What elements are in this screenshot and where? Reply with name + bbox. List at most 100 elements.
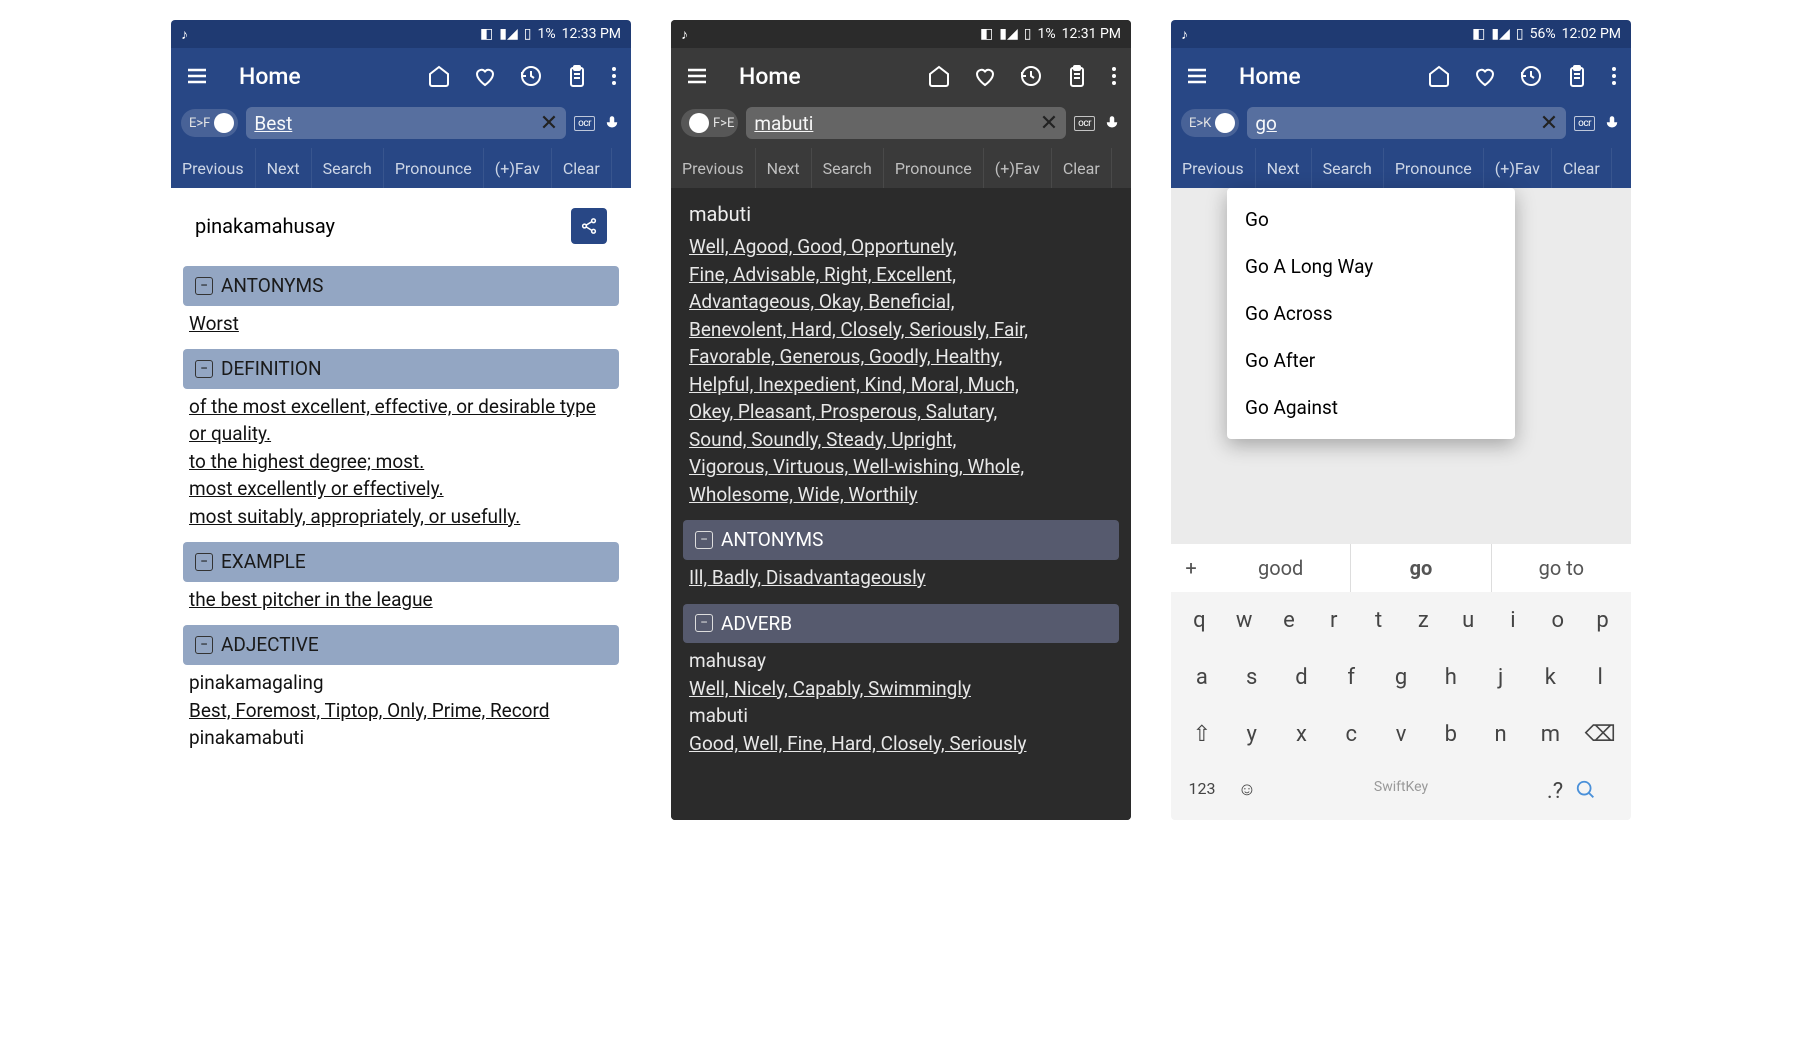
ocr-icon[interactable]: ocr: [1074, 116, 1095, 131]
section-header[interactable]: −ANTONYMS: [183, 266, 619, 306]
tab-search[interactable]: Search: [812, 148, 884, 188]
section-header[interactable]: −DEFINITION: [183, 349, 619, 389]
ocr-icon[interactable]: ocr: [574, 116, 595, 131]
tab-next[interactable]: Next: [256, 148, 312, 188]
kbd-key[interactable]: p: [1580, 598, 1625, 643]
history-icon[interactable]: [1519, 64, 1543, 88]
kbd-key[interactable]: t: [1356, 598, 1401, 643]
section-header[interactable]: −ANTONYMS: [683, 520, 1119, 560]
mic-icon[interactable]: [1103, 111, 1121, 135]
body-line[interactable]: Good, Well, Fine, Hard, Closely, Serious…: [689, 730, 1113, 758]
kbd-key[interactable]: e: [1267, 598, 1312, 643]
kbd-suggest-right[interactable]: go to: [1492, 544, 1631, 592]
home-icon[interactable]: [927, 64, 951, 88]
language-toggle[interactable]: E>K: [1181, 109, 1239, 137]
tab-previous[interactable]: Previous: [171, 148, 256, 188]
kbd-key[interactable]: k: [1525, 655, 1575, 700]
kbd-key[interactable]: z: [1401, 598, 1446, 643]
body-line[interactable]: to the highest degree; most.: [189, 448, 613, 476]
section-header[interactable]: −ADJECTIVE: [183, 625, 619, 665]
kbd-key[interactable]: f: [1326, 655, 1376, 700]
kbd-key[interactable]: b: [1426, 712, 1476, 757]
synonym-line[interactable]: Advantageous, Okay, Beneficial,: [689, 288, 1113, 316]
search-input[interactable]: Best✕: [246, 107, 566, 139]
clear-icon[interactable]: ✕: [1540, 111, 1558, 136]
synonym-line[interactable]: Fine, Advisable, Right, Excellent,: [689, 261, 1113, 289]
kbd-123-key[interactable]: 123: [1177, 769, 1227, 814]
heart-icon[interactable]: [1473, 64, 1497, 88]
suggestion-item[interactable]: Go A Long Way: [1227, 243, 1515, 290]
home-icon[interactable]: [1427, 64, 1451, 88]
body-line[interactable]: Well, Nicely, Capably, Swimmingly: [689, 675, 1113, 703]
heart-icon[interactable]: [473, 64, 497, 88]
ocr-icon[interactable]: ocr: [1574, 116, 1595, 131]
share-button[interactable]: [571, 208, 607, 244]
section-header[interactable]: −ADVERB: [683, 604, 1119, 644]
clear-icon[interactable]: ✕: [1040, 111, 1058, 136]
kbd-key[interactable]: m: [1525, 712, 1575, 757]
menu-icon[interactable]: [685, 64, 709, 88]
mic-icon[interactable]: [1603, 111, 1621, 135]
overflow-icon[interactable]: [611, 64, 617, 88]
synonym-line[interactable]: Sound, Soundly, Steady, Upright,: [689, 426, 1113, 454]
kbd-key[interactable]: ⇧: [1177, 712, 1227, 757]
kbd-search-key[interactable]: [1575, 769, 1625, 814]
kbd-period-key[interactable]: .?: [1535, 769, 1575, 814]
history-icon[interactable]: [519, 64, 543, 88]
overflow-icon[interactable]: [1611, 64, 1617, 88]
body-line[interactable]: most excellently or effectively.: [189, 475, 613, 503]
kbd-key[interactable]: j: [1476, 655, 1526, 700]
kbd-key[interactable]: h: [1426, 655, 1476, 700]
body-line[interactable]: most suitably, appropriately, or usefull…: [189, 503, 613, 531]
tab-previous[interactable]: Previous: [1171, 148, 1256, 188]
tab-next[interactable]: Next: [1256, 148, 1312, 188]
clipboard-icon[interactable]: [1065, 64, 1089, 88]
tab-pronounce[interactable]: Pronounce: [1384, 148, 1484, 188]
kbd-plus-icon[interactable]: +: [1171, 544, 1211, 592]
body-line[interactable]: of the most excellent, effective, or des…: [189, 393, 613, 448]
kbd-emoji-key[interactable]: ☺: [1227, 769, 1267, 814]
kbd-key[interactable]: n: [1476, 712, 1526, 757]
tab-fav[interactable]: (+)Fav: [484, 148, 552, 188]
section-header[interactable]: −EXAMPLE: [183, 542, 619, 582]
kbd-key[interactable]: g: [1376, 655, 1426, 700]
kbd-key[interactable]: l: [1575, 655, 1625, 700]
body-line[interactable]: the best pitcher in the league: [189, 586, 613, 614]
mic-icon[interactable]: [603, 111, 621, 135]
heart-icon[interactable]: [973, 64, 997, 88]
menu-icon[interactable]: [185, 64, 209, 88]
tab-pronounce[interactable]: Pronounce: [384, 148, 484, 188]
kbd-key[interactable]: v: [1376, 712, 1426, 757]
clipboard-icon[interactable]: [1565, 64, 1589, 88]
suggestion-item[interactable]: Go Across: [1227, 290, 1515, 337]
kbd-key[interactable]: a: [1177, 655, 1227, 700]
kbd-suggest-left[interactable]: good: [1211, 544, 1350, 592]
tab-previous[interactable]: Previous: [671, 148, 756, 188]
kbd-space-key[interactable]: SwiftKey: [1267, 769, 1535, 814]
tab-search[interactable]: Search: [1312, 148, 1384, 188]
tab-fav[interactable]: (+)Fav: [984, 148, 1052, 188]
language-toggle[interactable]: F>E: [681, 109, 738, 137]
synonym-line[interactable]: Benevolent, Hard, Closely, Seriously, Fa…: [689, 316, 1113, 344]
synonym-line[interactable]: Wholesome, Wide, Worthily: [689, 481, 1113, 509]
body-line[interactable]: Worst: [189, 310, 613, 338]
kbd-key[interactable]: s: [1227, 655, 1277, 700]
synonym-line[interactable]: Okey, Pleasant, Prosperous, Salutary,: [689, 398, 1113, 426]
kbd-key[interactable]: q: [1177, 598, 1222, 643]
tab-clear[interactable]: Clear: [1052, 148, 1112, 188]
synonym-line[interactable]: Vigorous, Virtuous, Well-wishing, Whole,: [689, 453, 1113, 481]
tab-pronounce[interactable]: Pronounce: [884, 148, 984, 188]
home-icon[interactable]: [427, 64, 451, 88]
tab-search[interactable]: Search: [312, 148, 384, 188]
menu-icon[interactable]: [1185, 64, 1209, 88]
search-input[interactable]: go✕: [1247, 107, 1566, 139]
suggestion-item[interactable]: Go: [1227, 196, 1515, 243]
body-line[interactable]: Best, Foremost, Tiptop, Only, Prime, Rec…: [189, 697, 613, 725]
search-input[interactable]: mabuti✕: [746, 107, 1066, 139]
synonym-line[interactable]: Favorable, Generous, Goodly, Healthy,: [689, 343, 1113, 371]
kbd-key[interactable]: u: [1446, 598, 1491, 643]
kbd-key[interactable]: d: [1277, 655, 1327, 700]
kbd-suggest-center[interactable]: go: [1350, 544, 1491, 592]
tab-clear[interactable]: Clear: [552, 148, 612, 188]
kbd-key[interactable]: c: [1326, 712, 1376, 757]
